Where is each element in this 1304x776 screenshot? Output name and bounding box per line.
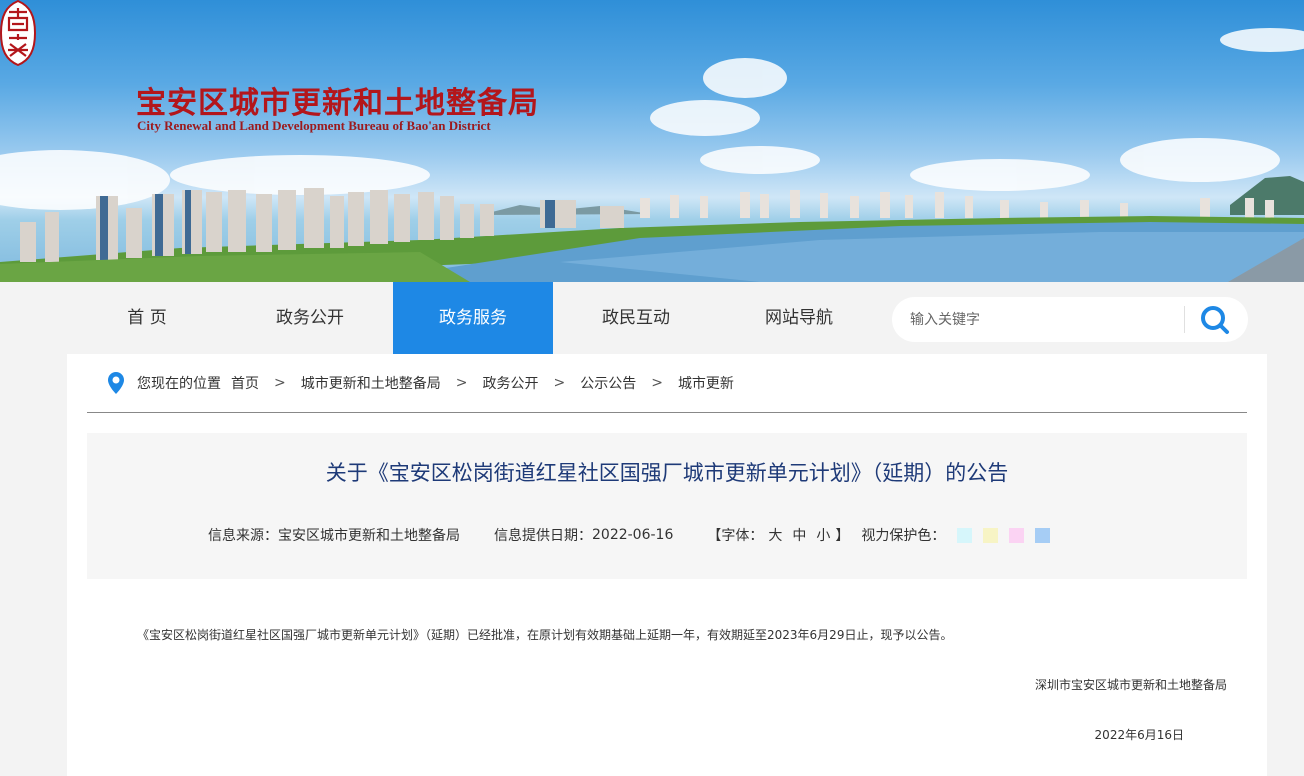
breadcrumb: 您现在的位置 首页 > 城市更新和土地整备局 > 政务公开 > 公示公告 > 城… (107, 372, 734, 394)
font-size-label: 【字体： (707, 528, 764, 544)
search-box (892, 297, 1248, 342)
breadcrumb-prefix: 您现在的位置 (137, 376, 221, 392)
article-body: 《宝安区松岗街道红星社区国强厂城市更新单元计划》（延期）已经批准，在原计划有效期… (137, 628, 953, 642)
search-input[interactable] (910, 307, 1180, 332)
article-sign-date: 2022年6月16日 (1094, 728, 1184, 742)
source-label: 信息来源： (208, 528, 278, 544)
breadcrumb-separator: > (553, 375, 566, 391)
header-banner: 宝安区城市更新和土地整备局 City Renewal and Land Deve… (0, 0, 1304, 282)
article-meta: 信息来源： 宝安区城市更新和土地整备局 信息提供日期： 2022-06-16 【… (208, 524, 1061, 546)
breadcrumb-notices[interactable]: 公示公告 (580, 373, 636, 393)
nav-interaction[interactable]: 政民互动 (556, 282, 716, 354)
city-skyline-image (0, 28, 1304, 282)
font-small-button[interactable]: 小 (816, 525, 830, 545)
breadcrumb-divider (87, 412, 1247, 413)
breadcrumb-separator: > (455, 375, 468, 391)
breadcrumb-urban-renewal[interactable]: 城市更新 (678, 373, 734, 393)
nav-home[interactable]: 首 页 (67, 282, 227, 354)
eye-care-label: 视力保护色： (861, 528, 946, 544)
nav-gov-services[interactable]: 政务服务 (393, 282, 553, 354)
eye-care-swatch-yellow[interactable] (983, 527, 999, 543)
font-size-close: 】 (835, 528, 850, 544)
date-value: 2022-06-16 (592, 527, 674, 543)
location-pin-icon (108, 372, 124, 394)
date-label: 信息提供日期： (494, 528, 592, 544)
article-signature: 深圳市宝安区城市更新和土地整备局 (1034, 678, 1227, 692)
article-header: 关于《宝安区松岗街道红星社区国强厂城市更新单元计划》（延期）的公告 信息来源： … (87, 433, 1247, 579)
breadcrumb-gov-open[interactable]: 政务公开 (482, 373, 538, 393)
breadcrumb-separator: > (274, 375, 286, 391)
eye-care-swatch-cyan[interactable] (957, 527, 973, 543)
site-subtitle: City Renewal and Land Development Bureau… (137, 118, 491, 133)
nav-gov-affairs-open[interactable]: 政务公开 (230, 282, 390, 354)
breadcrumb-separator: > (651, 375, 663, 391)
search-icon[interactable] (1198, 303, 1232, 337)
site-title: 宝安区城市更新和土地整备局 (136, 86, 539, 121)
article-title: 关于《宝安区松岗街道红星社区国强厂城市更新单元计划》（延期）的公告 (325, 461, 1009, 485)
font-medium-button[interactable]: 中 (792, 525, 806, 545)
breadcrumb-home[interactable]: 首页 (231, 373, 259, 393)
content-panel: 您现在的位置 首页 > 城市更新和土地整备局 > 政务公开 > 公示公告 > 城… (67, 354, 1267, 776)
nav-site-map[interactable]: 网站导航 (719, 282, 879, 354)
eye-care-swatch-pink[interactable] (1009, 527, 1025, 543)
search-divider (1184, 306, 1185, 333)
eye-care-swatch-blue[interactable] (1035, 527, 1051, 543)
source-value: 宝安区城市更新和土地整备局 (278, 528, 460, 544)
bureau-seal-logo (0, 0, 36, 66)
font-large-button[interactable]: 大 (768, 525, 782, 545)
breadcrumb-bureau[interactable]: 城市更新和土地整备局 (301, 373, 441, 393)
